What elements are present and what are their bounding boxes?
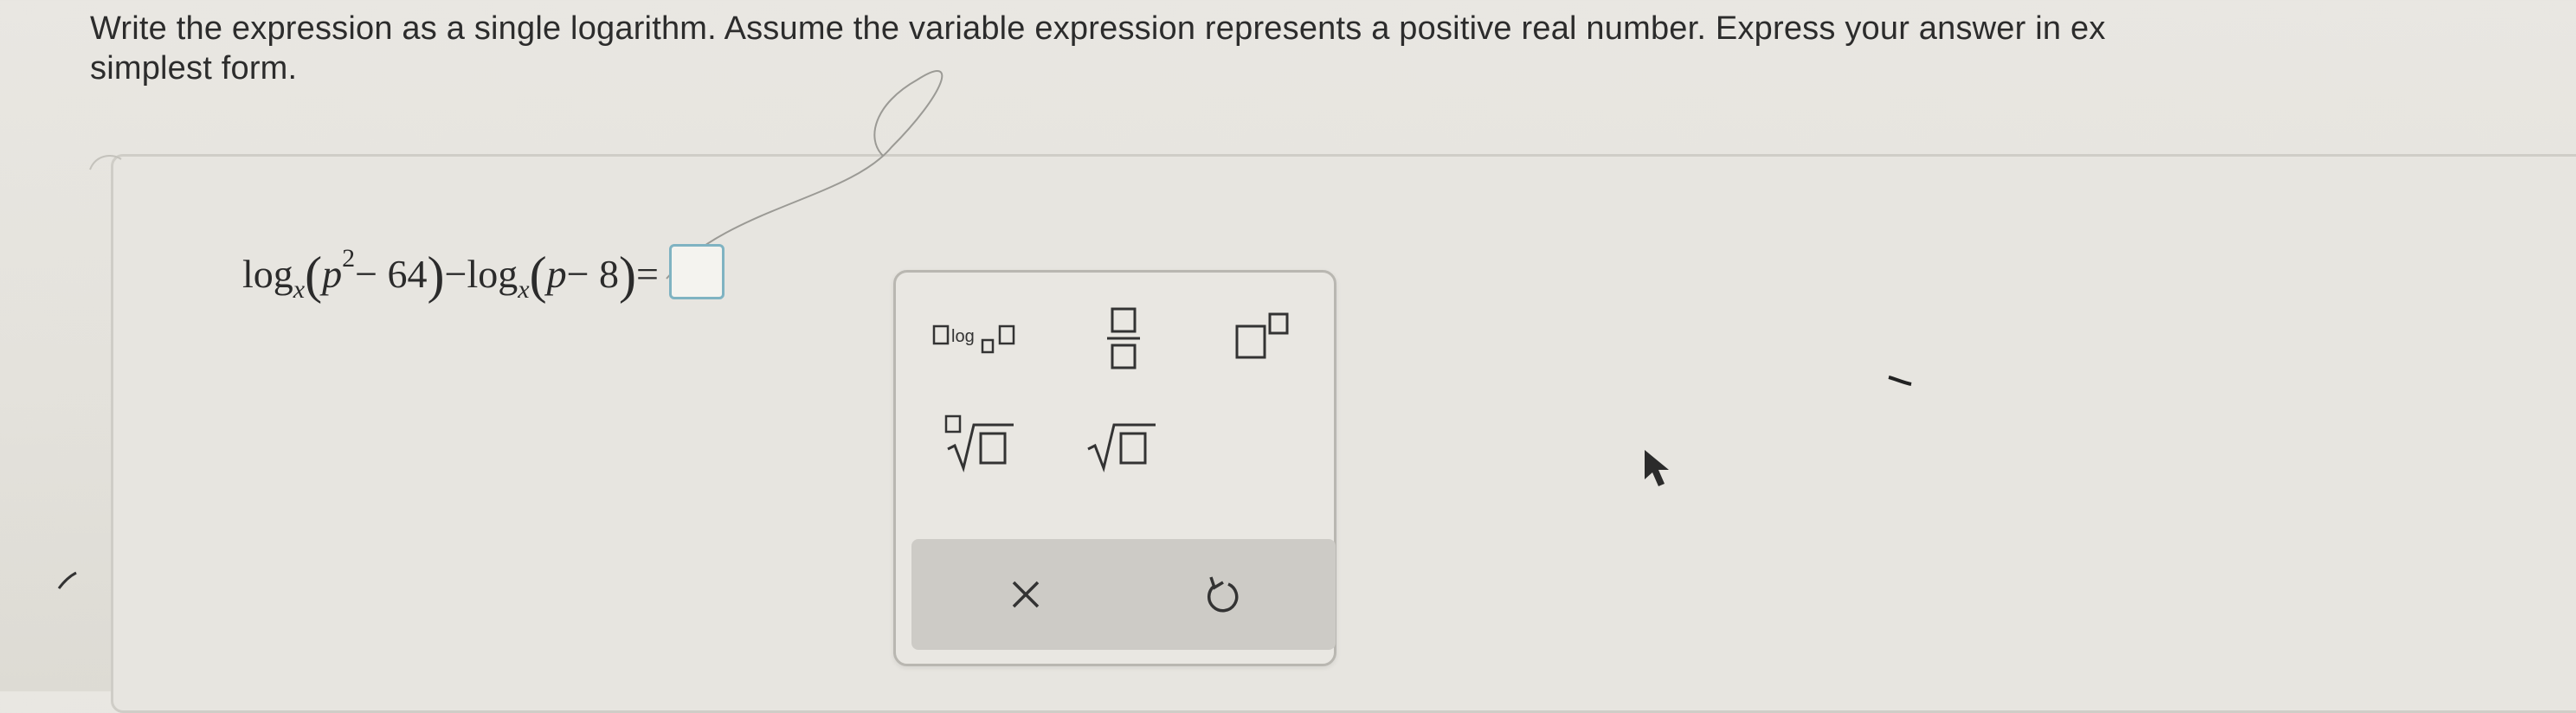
log-base-button[interactable]: log xyxy=(931,311,1043,363)
screen-smudge xyxy=(1888,376,1912,386)
fraction-icon xyxy=(1107,307,1140,369)
exponent-icon xyxy=(1235,312,1289,359)
square-root-button[interactable] xyxy=(1081,408,1168,477)
undo-icon xyxy=(1208,576,1239,613)
close-paren: ) xyxy=(427,247,445,304)
equals-sign: = xyxy=(636,252,659,296)
clear-button[interactable] xyxy=(991,560,1060,629)
log-base: x xyxy=(293,275,306,304)
exponent-button[interactable] xyxy=(1221,307,1308,368)
square-root-icon xyxy=(1087,423,1156,473)
math-palette: log xyxy=(893,270,1336,666)
constant-term: − 64 xyxy=(355,252,428,296)
nth-root-button[interactable] xyxy=(934,408,1021,477)
nth-root-icon xyxy=(944,414,1014,473)
clear-icon xyxy=(1012,581,1040,608)
variable-p: p xyxy=(546,252,567,296)
open-paren: ( xyxy=(529,247,547,304)
undo-button[interactable] xyxy=(1187,560,1256,629)
log-base: x xyxy=(518,275,530,304)
close-paren: ) xyxy=(619,247,637,304)
answer-input-box[interactable] xyxy=(668,244,724,299)
log-expression: log x ( p 2 − 64 ) − log x ( p − 8 ) = xyxy=(242,232,724,304)
log-label: log xyxy=(951,327,975,346)
log-base-icon: log xyxy=(932,324,1015,354)
fraction-button[interactable] xyxy=(1092,299,1161,376)
screen-smudge xyxy=(57,571,77,589)
exponent: 2 xyxy=(342,244,356,273)
minus-sign: − xyxy=(444,252,467,296)
mouse-cursor-icon xyxy=(1645,450,1669,486)
constant-term: − 8 xyxy=(566,252,620,296)
log-keyword: log xyxy=(467,252,518,296)
variable-p: p xyxy=(322,252,343,296)
log-keyword: log xyxy=(242,252,293,296)
palette-action-bar xyxy=(911,539,1336,650)
open-paren: ( xyxy=(305,247,323,304)
